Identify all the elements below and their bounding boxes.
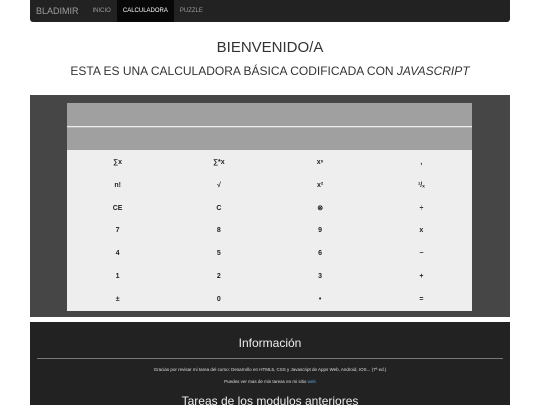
page-subtitle: ESTA ES UNA CALCULADORA BÁSICA CODIFICAD…	[0, 64, 540, 78]
nav-link-inicio[interactable]: INICIO	[87, 0, 117, 22]
calculator-key[interactable]: ÷	[371, 197, 472, 220]
subtitle-emphasis: JAVASCRIPT	[396, 64, 470, 78]
brand-link[interactable]: BLADIMIR	[30, 0, 87, 22]
calculator-key[interactable]: ,	[371, 151, 472, 174]
calculator-section: ∑x ∑*x xⁿ, n! √ x² ¹/ₓ CE C ⊗ ÷ 7 8 9 x 4 5 6− 1 2 3 + ±0 • =	[30, 95, 510, 317]
calculator-key[interactable]: 8	[168, 220, 269, 243]
calculator-key[interactable]: 1	[67, 265, 168, 288]
info-footer: Información Gracias por revisar mi tarea…	[30, 322, 510, 408]
calculator-key[interactable]: 4	[67, 242, 168, 265]
calculator-display	[67, 103, 472, 126]
calculator-key[interactable]: 0	[168, 288, 269, 311]
website-link[interactable]: web	[308, 379, 316, 384]
website-prefix: Puedes ver mas de mis tareas en mi sitio	[224, 379, 308, 384]
calculator-key[interactable]: 9	[270, 220, 371, 243]
subtitle-text: ESTA ES UNA CALCULADORA BÁSICA CODIFICAD…	[70, 64, 397, 78]
calculator-key[interactable]: ¹/ₓ	[371, 174, 472, 197]
calculator-key[interactable]: ∑*x	[168, 151, 269, 174]
calculator-key[interactable]: +	[371, 265, 472, 288]
welcome-heading: BIENVENIDO/A	[216, 39, 324, 56]
calculator-key[interactable]: √	[168, 174, 269, 197]
calculator-key[interactable]: •	[270, 288, 371, 311]
calculator-secondary-display	[67, 127, 472, 150]
calculator-key[interactable]: x²	[270, 174, 371, 197]
calculator-key[interactable]: −	[371, 242, 472, 265]
calculator-key[interactable]: CE	[67, 197, 168, 220]
course-thanks-text: Gracias por revisar mi tarea del curso: …	[153, 367, 387, 372]
calculator: ∑x ∑*x xⁿ, n! √ x² ¹/ₓ CE C ⊗ ÷ 7 8 9 x 4 5 6− 1 2 3 + ±0 • =	[67, 103, 472, 311]
website-text: Puedes ver mas de mis tareas en mi sitio…	[30, 379, 510, 384]
calculator-key[interactable]: x	[371, 220, 472, 243]
calculator-key[interactable]: 3	[270, 265, 371, 288]
calculator-key[interactable]: =	[371, 288, 472, 311]
previous-tasks-title: Tareas de los modulos anteriores	[181, 394, 359, 408]
calculator-key[interactable]: 7	[67, 220, 168, 243]
calculator-key[interactable]: ∑x	[67, 151, 168, 174]
navbar: BLADIMIR INICIO CALCULADORA PUZZLE	[30, 0, 510, 22]
calculator-key[interactable]: 5	[168, 242, 269, 265]
nav-link-calculadora[interactable]: CALCULADORA	[116, 0, 174, 22]
calculator-key[interactable]: 6	[270, 242, 371, 265]
calculator-key[interactable]: 2	[168, 265, 269, 288]
calculator-key[interactable]: ±	[67, 288, 168, 311]
calculator-key[interactable]: C	[168, 197, 269, 220]
nav-link-puzzle[interactable]: PUZZLE	[174, 0, 209, 22]
calculator-key[interactable]: xⁿ	[270, 151, 371, 174]
calculator-key[interactable]: ⊗	[270, 197, 371, 220]
info-title: Información	[238, 336, 302, 350]
calculator-keypad: ∑x ∑*x xⁿ, n! √ x² ¹/ₓ CE C ⊗ ÷ 7 8 9 x 4 5 6− 1 2 3 + ±0 • =	[67, 151, 472, 311]
calculator-key[interactable]: n!	[67, 174, 168, 197]
divider	[37, 358, 503, 359]
